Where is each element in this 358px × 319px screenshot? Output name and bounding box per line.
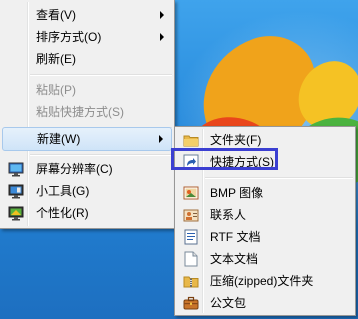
menu-item-refresh[interactable]: 刷新(E) [2,48,172,70]
submenu-arrow-icon [159,135,163,143]
menu-item-label: 公文包 [210,296,247,310]
menu-item-label: 新建(W) [37,132,81,146]
menu-item-label: 联系人 [210,208,247,222]
gadgets-icon [8,183,24,199]
submenu-arrow-icon [160,11,164,19]
menu-item-label: 压缩(zipped)文件夹 [210,274,314,288]
menu-item-label: 屏幕分辨率(C) [36,162,113,176]
menu-separator [30,74,172,76]
text-document-icon [183,251,199,267]
submenu-item-zip-folder[interactable]: 压缩(zipped)文件夹 [177,270,353,292]
submenu-item-rtf-document[interactable]: RTF 文档 [177,226,353,248]
briefcase-icon [183,295,199,311]
menu-item-label: 刷新(E) [36,52,76,66]
menu-item-label: 排序方式(O) [36,30,102,44]
menu-item-label: RTF 文档 [210,230,261,244]
rtf-document-icon [183,229,199,245]
menu-item-sort-by[interactable]: 排序方式(O) [2,26,172,48]
menu-item-screen-resolution[interactable]: 屏幕分辨率(C) [2,158,172,180]
menu-item-label: 文本文档 [210,252,259,266]
menu-item-label: 小工具(G) [36,184,90,198]
submenu-item-briefcase[interactable]: 公文包 [177,292,353,314]
menu-item-new[interactable]: 新建(W) [2,127,172,151]
menu-item-paste-shortcut: 粘贴快捷方式(S) [2,101,172,123]
menu-item-view[interactable]: 查看(V) [2,4,172,26]
menu-separator [30,154,172,156]
submenu-item-text-document[interactable]: 文本文档 [177,248,353,270]
menu-item-label: 粘贴快捷方式(S) [36,105,124,119]
menu-separator [205,177,353,179]
zip-folder-icon [183,273,199,289]
menu-item-label: 个性化(R) [36,206,89,220]
bmp-image-icon [183,185,199,201]
menu-item-personalize[interactable]: 个性化(R) [2,202,172,224]
annotation-highlight-box [171,148,278,170]
menu-item-label: BMP 图像 [210,186,264,200]
folder-icon [183,132,199,148]
menu-item-label: 粘贴(P) [36,83,76,97]
submenu-item-bmp-image[interactable]: BMP 图像 [177,182,353,204]
contact-icon [183,207,199,223]
menu-item-paste: 粘贴(P) [2,79,172,101]
menu-item-gadgets[interactable]: 小工具(G) [2,180,172,202]
desktop-context-menu: 查看(V) 排序方式(O) 刷新(E) 粘贴(P) 粘贴快捷方式(S) 新建(W… [0,0,175,229]
submenu-item-contact[interactable]: 联系人 [177,204,353,226]
personalize-icon [8,205,24,221]
submenu-arrow-icon [160,33,164,41]
menu-item-label: 查看(V) [36,8,76,22]
display-icon [8,161,24,177]
